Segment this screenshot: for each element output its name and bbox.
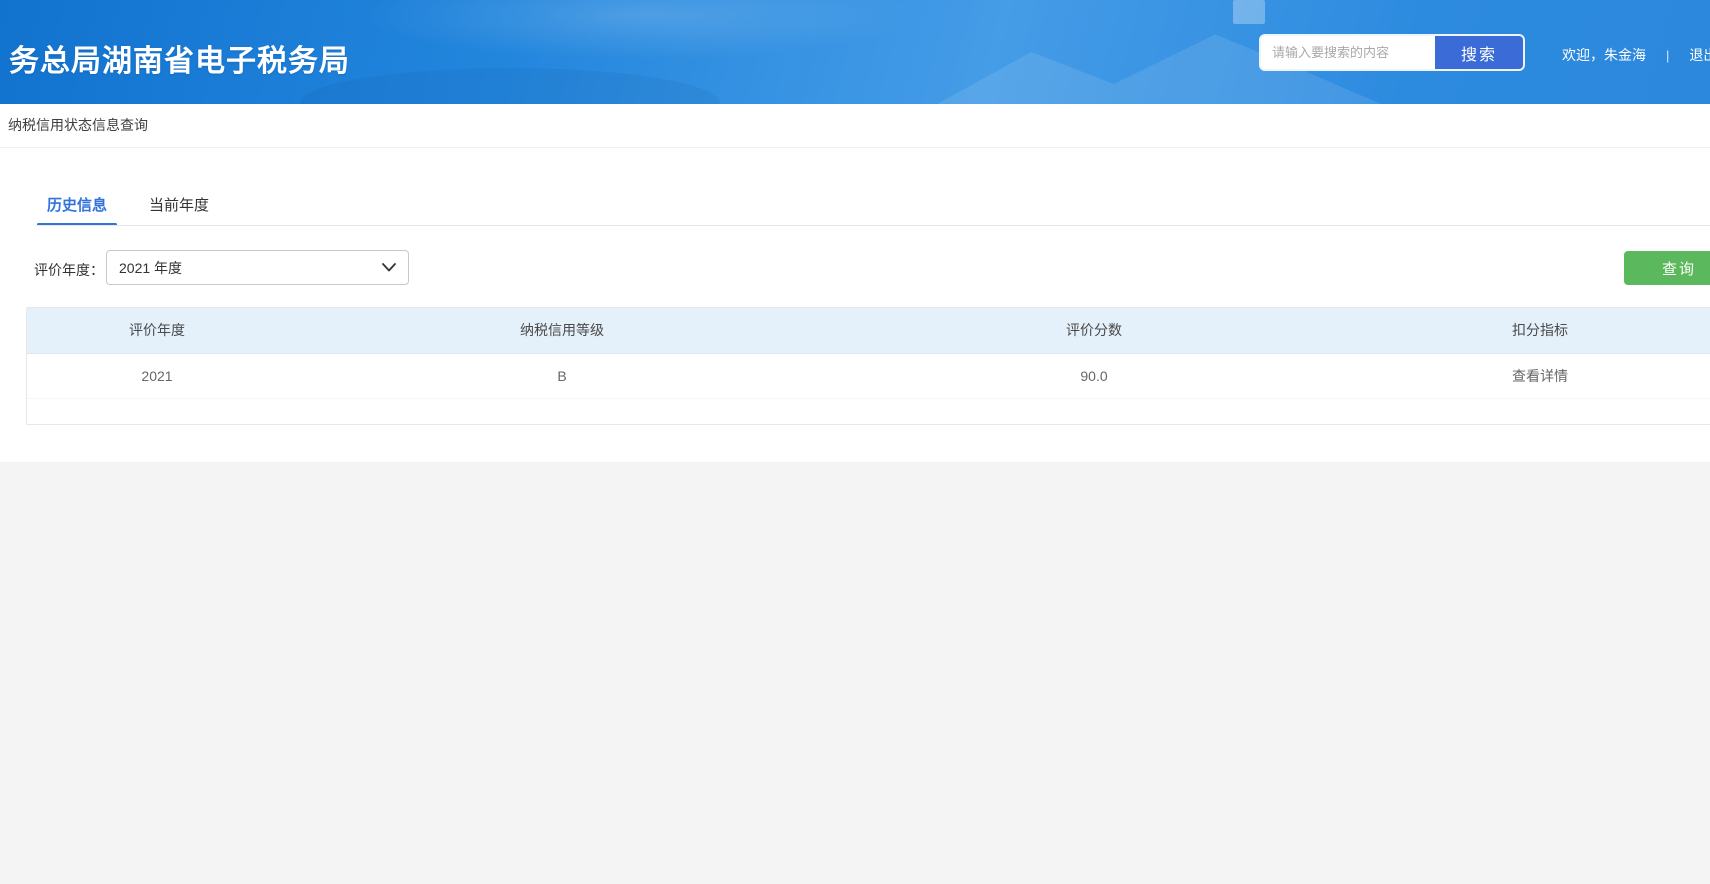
site-title: 务总局湖南省电子税务局 bbox=[9, 36, 350, 80]
header-background-hill-art bbox=[300, 68, 720, 104]
search-input[interactable] bbox=[1261, 36, 1435, 69]
breadcrumb: 纳税信用状态信息查询 bbox=[8, 117, 148, 133]
column-header-deduction-indicator: 扣分指标 bbox=[1351, 308, 1710, 353]
cell-evaluation-year: 2021 bbox=[27, 353, 287, 398]
select-value: 2021 年度 bbox=[119, 258, 182, 278]
results-card: 评价年度 纳税信用等级 评价分数 扣分指标 2021 B 90.0 查看详情 bbox=[26, 307, 1710, 425]
chevron-down-icon bbox=[382, 263, 396, 272]
header-background-cloud-art bbox=[360, 0, 920, 60]
welcome-text: 欢迎，朱金海 bbox=[1562, 45, 1646, 65]
column-header-credit-level: 纳税信用等级 bbox=[287, 308, 837, 353]
user-area: 欢迎，朱金海 | 退出 bbox=[1562, 45, 1710, 65]
cell-evaluation-score: 90.0 bbox=[837, 353, 1351, 398]
tab-divider bbox=[36, 225, 1710, 226]
table-row: 2021 B 90.0 查看详情 bbox=[27, 353, 1710, 398]
tab-history-info[interactable]: 历史信息 bbox=[47, 194, 107, 215]
logout-link[interactable]: 退出 bbox=[1689, 45, 1710, 65]
search-bar: 搜索 bbox=[1259, 34, 1525, 71]
column-header-evaluation-score: 评价分数 bbox=[837, 308, 1351, 353]
screen: 务总局湖南省电子税务局 搜索 欢迎，朱金海 | 退出 纳税信用状态信息查询 历史… bbox=[0, 0, 1710, 884]
user-separator: | bbox=[1666, 48, 1669, 63]
cell-credit-level: B bbox=[287, 353, 837, 398]
search-button[interactable]: 搜索 bbox=[1435, 36, 1523, 69]
query-button[interactable]: 查询 bbox=[1624, 251, 1710, 285]
results-table: 评价年度 纳税信用等级 评价分数 扣分指标 2021 B 90.0 查看详情 bbox=[27, 308, 1710, 399]
content-area: 历史信息 当前年度 评价年度： 2021 年度 查询 评价年度 纳税信用等级 评… bbox=[0, 148, 1710, 462]
evaluation-year-label: 评价年度： bbox=[34, 260, 104, 280]
header-background-tower-art bbox=[1233, 0, 1265, 24]
app-header: 务总局湖南省电子税务局 搜索 欢迎，朱金海 | 退出 bbox=[0, 0, 1710, 104]
tab-current-year[interactable]: 当前年度 bbox=[149, 194, 209, 215]
view-details-link[interactable]: 查看详情 bbox=[1351, 353, 1710, 398]
breadcrumb-bar: 纳税信用状态信息查询 bbox=[0, 104, 1710, 148]
table-header-row: 评价年度 纳税信用等级 评价分数 扣分指标 bbox=[27, 308, 1710, 353]
evaluation-year-select[interactable]: 2021 年度 bbox=[106, 250, 409, 285]
column-header-evaluation-year: 评价年度 bbox=[27, 308, 287, 353]
